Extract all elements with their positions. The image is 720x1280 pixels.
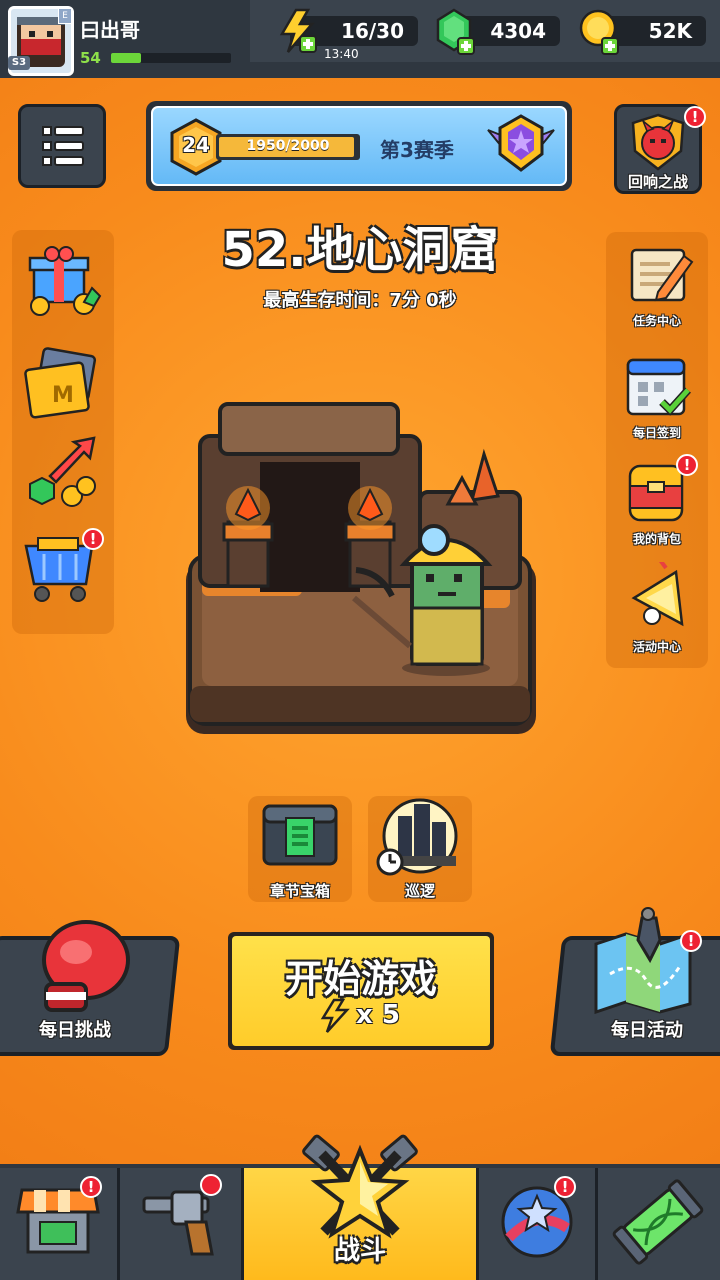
coin-plus-icon[interactable] xyxy=(578,8,622,60)
season-label: 第3赛季 xyxy=(380,138,454,162)
chest-icon xyxy=(262,804,338,866)
gem-plus-icon[interactable] xyxy=(434,8,478,60)
patrol-icon xyxy=(376,798,458,876)
treasure-map-icon xyxy=(590,904,700,1018)
calendar-icon xyxy=(626,358,691,416)
player-info[interactable]: 曰出哥 54 xyxy=(74,14,254,74)
quest-center-button[interactable]: 任务中心 xyxy=(612,244,702,336)
daily-event-label: 每日活动 xyxy=(611,1020,683,1041)
energy-plus-icon[interactable] xyxy=(278,8,318,58)
star-orb-icon xyxy=(501,1186,573,1258)
chapter-scene[interactable] xyxy=(180,396,540,744)
svg-text:M: M xyxy=(52,383,74,408)
daily-signin-button[interactable]: 每日签到 xyxy=(612,350,702,442)
player-name: 曰出哥 xyxy=(80,18,140,42)
season-progress-bar: 1950/2000 xyxy=(216,134,360,160)
quest-scroll-icon xyxy=(630,248,694,302)
season-medal-icon xyxy=(484,110,558,180)
energy-cost-icon xyxy=(320,998,350,1038)
event-center-button[interactable]: 活动中心 xyxy=(612,558,702,658)
event-horn-icon xyxy=(631,558,684,627)
daily-signin-label: 每日签到 xyxy=(632,426,681,440)
player-level: 54 xyxy=(80,49,101,67)
backpack-label: 我的背包 xyxy=(632,532,681,546)
season-progress-text: 1950/2000 xyxy=(246,138,330,154)
nav-shop-tab[interactable] xyxy=(0,1168,120,1280)
list-menu-icon xyxy=(42,126,84,166)
growth-fund-icon[interactable] xyxy=(22,434,104,518)
nav-equipment-tab[interactable] xyxy=(120,1168,244,1280)
equipment-tab-badge-icon xyxy=(200,1174,222,1196)
talent-tab-alert-badge: ! xyxy=(554,1176,576,1198)
menu-button[interactable] xyxy=(18,104,106,188)
revolver-icon xyxy=(142,1190,214,1256)
echo-battle-alert-badge: ! xyxy=(684,106,706,128)
monthly-card-icon[interactable]: M xyxy=(22,344,104,428)
energy-cost: x 5 xyxy=(356,1000,400,1030)
xp-bar xyxy=(110,53,231,63)
shop-alert-badge: ! xyxy=(82,528,104,550)
quest-center-label: 任务中心 xyxy=(632,314,681,328)
start-game-label: 开始游戏 xyxy=(284,957,437,1001)
echo-battle-label: 回响之战 xyxy=(627,173,688,191)
boxing-glove-icon xyxy=(28,912,138,1022)
event-center-label: 活动中心 xyxy=(632,640,681,654)
daily-challenge-label: 每日挑战 xyxy=(39,1020,111,1041)
chapter-chest-label: 章节宝箱 xyxy=(269,882,330,900)
nav-evolution-tab[interactable] xyxy=(598,1168,720,1280)
patrol-button[interactable]: 巡逻 xyxy=(368,796,472,902)
battle-tab-label: 战斗 xyxy=(333,1236,386,1266)
daily-event-alert-badge: ! xyxy=(680,930,702,952)
nav-talent-tab[interactable] xyxy=(476,1168,598,1280)
patrol-label: 巡逻 xyxy=(404,882,435,900)
backpack-alert-badge: ! xyxy=(676,454,698,476)
dna-capsule-icon xyxy=(612,1179,704,1265)
chapter-chest-button[interactable]: 章节宝箱 xyxy=(248,796,352,902)
rank-tag: S3 xyxy=(8,56,30,70)
gift-pack-icon[interactable] xyxy=(22,244,104,324)
vip-corner-icon: E xyxy=(58,8,72,24)
shop-tab-alert-badge: ! xyxy=(80,1176,102,1198)
energy-timer: 13:40 xyxy=(324,47,359,61)
